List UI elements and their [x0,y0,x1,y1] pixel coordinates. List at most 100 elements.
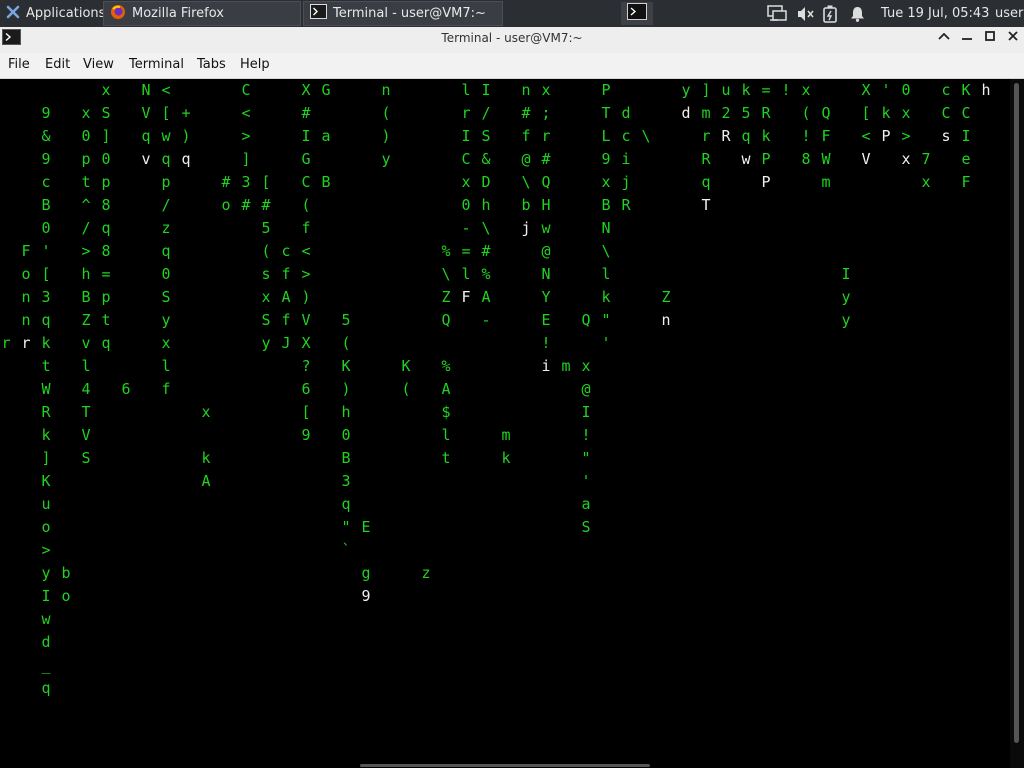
rain-column: b o [60,562,72,608]
rain-column: ! [780,79,792,102]
volume-muted-icon[interactable] [797,0,815,27]
applications-label: Applications [26,6,106,21]
rain-trail: l r I C x 0 - = l [461,81,471,283]
rain-trail: F o n n [21,242,31,329]
rain-column: z [420,562,432,585]
window-shade-button[interactable] [934,27,954,51]
rain-trail: Z [661,288,671,306]
rain-trail: c f A f J [281,242,291,352]
rain-column: x ; r # Q H w @ N Y E ! i [540,79,552,378]
clock[interactable]: Tue 19 Jul, 05:43 [881,0,989,27]
rain-column: m k [500,424,512,470]
rain-trail: X [ < [861,81,871,145]
taskbar-firefox-label: Mozilla Firefox [132,6,224,21]
rain-column: [ # 5 ( s x S y [260,171,272,355]
rain-column: c C s [940,79,952,148]
rain-trail: = R k P [761,81,771,168]
applications-menu-icon [6,5,20,23]
rain-column: < [ w q p / z q 0 S y x l f [160,79,172,401]
rain-trail: K C I e F [961,81,971,191]
rain-column: 9 & 9 c B 0 ' [ 3 q k t W R k ] K u o > … [40,102,52,700]
rain-head-char: h [981,81,991,99]
rain-trail: X # I G C ( f < > ) V X ? 6 [ 9 [301,81,311,444]
rain-column: 5 ( K ) h 0 B 3 q " ` [340,309,352,562]
menu-help[interactable]: Help [240,57,270,72]
rain-head-char: r [21,334,31,352]
rain-column: u 2 R [720,79,732,148]
rain-trail: d c i j R [621,104,631,214]
rain-trail: x k A [201,403,211,490]
terminal-output[interactable]: rF o n n r 9 & 9 c B 0 ' [ 3 q k t W R k … [0,79,1010,768]
menu-terminal[interactable]: Terminal [129,57,184,72]
rain-column: 7 x [920,148,932,194]
menu-tabs[interactable]: Tabs [197,57,226,72]
rain-column: G a B [320,79,332,194]
rain-trail: I / S & D h \ # % A - [481,81,491,329]
rain-trail: E g [361,518,371,582]
menu-file[interactable]: File [8,57,30,72]
menu-edit[interactable]: Edit [45,57,70,72]
notifications-bell-icon[interactable] [850,0,865,27]
rain-column: x 0 p t ^ / > h B Z v l 4 T V S [80,102,92,470]
rain-column: Q F W m [820,102,832,194]
rain-head-char: R [721,127,731,145]
rain-column: % \ Z Q % A $ l t [440,240,452,470]
network-icon[interactable] [766,0,788,27]
rain-head-char: F [461,288,471,306]
rain-trail: b o [61,564,71,605]
rain-column: n # f @ \ b j [520,79,532,240]
rain-trail: < [ w q p / z q 0 S y x l f [161,81,171,398]
rain-column: ] m r R q T [700,79,712,217]
workspace-terminal-icon [627,3,647,24]
menu-view[interactable]: View [83,57,114,72]
rain-column: k 5 q w [740,79,752,171]
window-minimize-button[interactable] [957,27,977,51]
rain-head-char: d [681,104,691,122]
rain-head-char: i [541,357,551,375]
rain-column: n ( ) y [380,79,392,171]
rain-column: l r I C x 0 - = l F [460,79,472,309]
rain-column: c f A f J [280,240,292,355]
rain-trail: 7 x [921,150,931,191]
taskbar-terminal[interactable]: Terminal - user@VM7:~ [303,1,503,26]
taskbar-firefox[interactable]: Mozilla Firefox [103,1,301,26]
rain-head-char: j [521,219,531,237]
rain-trail: y [681,81,691,99]
terminal-scrollbar[interactable] [1010,79,1024,768]
rain-column: 6 [120,378,132,401]
window-titlebar[interactable]: Terminal - user@VM7:~ [0,27,1024,54]
user-menu[interactable]: user [995,0,1023,27]
applications-menu-button[interactable]: Applications [0,0,105,27]
rain-column: Z n [660,286,672,332]
rain-trail: Q x @ I ! " ' a S [581,311,591,536]
scrollbar-thumb[interactable] [1014,83,1019,743]
rain-trail: \ [641,127,651,145]
rain-column: C < > ] 3 # [240,79,252,217]
rain-column: = R k P P [760,79,772,194]
rain-trail: ! [781,81,791,99]
rain-column: K ( [400,355,412,401]
window-maximize-button[interactable] [980,27,1000,51]
rain-trail: x 0 p t ^ / > h B Z v l 4 T V S [81,104,91,467]
rain-column: F o n n r [20,240,32,355]
rain-head-char: P [881,127,891,145]
rain-head-char: V [861,150,871,168]
terminal-icon [310,4,327,23]
battery-icon[interactable] [823,0,837,27]
rain-trail: + ) [181,104,191,145]
rain-column: X # I G C ( f < > ) V X ? 6 [ 9 [300,79,312,447]
rain-head-char: T [701,196,711,214]
window-close-button[interactable] [1003,27,1023,51]
rain-column: d c i j R [620,102,632,217]
rain-head-char: P [761,173,771,191]
top-panel: Applications Mozilla Firefox Terminal - … [0,0,1024,27]
rain-column: 0 x > x [900,79,912,171]
rain-trail: I y y [841,265,851,329]
rain-trail: x S ] 0 p 8 q 8 = p t q [101,81,111,352]
rain-trail: n ( ) y [381,81,391,168]
rain-trail: P T L 9 x B N \ l k " ' [601,81,611,352]
workspace-switcher[interactable] [621,2,653,25]
rain-head-char: v [141,150,151,168]
rain-trail: G a B [321,81,331,191]
rain-head-char: s [941,127,951,145]
